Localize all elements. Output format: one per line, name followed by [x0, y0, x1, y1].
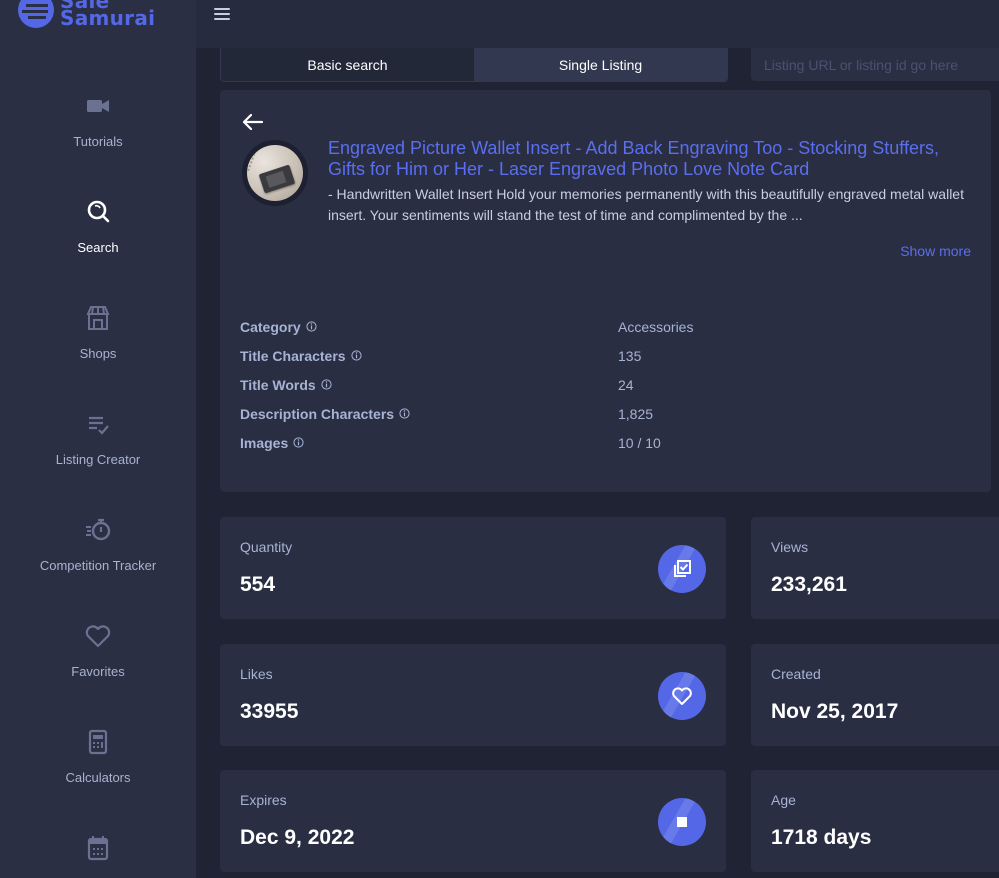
copy-check-icon — [674, 560, 691, 577]
search-mode-tabs: Basic search Single Listing — [220, 48, 728, 82]
logo-text: Sale Samurai — [60, 0, 156, 30]
stop-icon — [677, 817, 687, 827]
attribute-key: Title Words — [240, 376, 316, 393]
sidebar-item-label: Favorites — [71, 664, 125, 679]
attribute-value: 1,825 — [618, 405, 654, 422]
sidebar-item-label: Shops — [79, 346, 117, 361]
sidebar-item-label: Competition Tracker — [39, 558, 157, 573]
storefront-icon — [86, 306, 110, 330]
attribute-key: Description Characters — [240, 405, 395, 422]
attribute-row: Title Characters 135 — [240, 341, 960, 370]
attribute-key: Title Characters — [240, 347, 346, 364]
info-icon[interactable] — [321, 379, 332, 390]
top-bar — [196, 0, 999, 48]
list-check-icon — [89, 416, 109, 435]
sidebar: Sale Samurai Tutorials Search Shops List… — [0, 0, 196, 878]
attribute-value: 24 — [618, 376, 634, 393]
sidebar-item-listing-creator[interactable]: Listing Creator — [0, 410, 196, 467]
menu-icon[interactable] — [214, 8, 230, 22]
listing-url-input[interactable] — [751, 48, 999, 81]
stat-card-age: Age 1718 days — [751, 770, 999, 872]
attribute-row: Category Accessories — [240, 312, 960, 341]
stat-card-quantity: Quantity 554 — [220, 517, 726, 619]
info-icon[interactable] — [399, 408, 410, 419]
attribute-value: 135 — [618, 347, 642, 364]
stat-card-created: Created Nov 25, 2017 — [751, 644, 999, 746]
stat-label: Likes — [240, 666, 273, 682]
tab-basic-search[interactable]: Basic search — [221, 48, 474, 81]
stat-value: 554 — [240, 573, 276, 596]
sidebar-item-label: Tutorials — [73, 134, 123, 149]
stat-value: Dec 9, 2022 — [240, 826, 355, 849]
info-icon[interactable] — [293, 437, 304, 448]
calculator-icon — [88, 729, 108, 755]
video-camera-icon — [87, 100, 109, 112]
back-arrow-icon[interactable] — [240, 112, 264, 132]
stopwatch-icon — [86, 518, 111, 541]
attribute-row: Title Words 24 — [240, 370, 960, 399]
sidebar-item-calculators[interactable]: Calculators — [0, 728, 196, 785]
stat-badge — [658, 798, 706, 846]
sidebar-item-shops[interactable]: Shops — [0, 304, 196, 361]
stat-label: Views — [771, 539, 809, 555]
attribute-key: Images — [240, 434, 289, 451]
attribute-value: 10 / 10 — [618, 434, 661, 451]
sidebar-item-favorites[interactable]: Favorites — [0, 622, 196, 679]
heart-icon — [85, 625, 111, 648]
stat-card-likes: Likes 33955 — [220, 644, 726, 746]
stat-value: 1718 days — [771, 826, 872, 849]
attribute-row: Images 10 / 10 — [240, 428, 960, 457]
stat-label: Age — [771, 792, 796, 808]
stat-card-views: Views 233,261 — [751, 517, 999, 619]
listing-card: Engraved Picture Wallet Insert - Add Bac… — [220, 90, 991, 492]
show-more-link[interactable]: Show more — [900, 243, 971, 259]
stat-value: 233,261 — [771, 573, 847, 596]
heart-icon — [672, 687, 692, 705]
stat-label: Expires — [240, 792, 287, 808]
sidebar-item-competition-tracker[interactable]: Competition Tracker — [0, 516, 196, 573]
stat-badge — [658, 545, 706, 593]
stat-badge — [658, 672, 706, 720]
stat-label: Created — [771, 666, 821, 682]
listing-thumbnail[interactable] — [242, 140, 308, 206]
logo-icon — [18, 0, 54, 28]
stat-value: 33955 — [240, 700, 299, 723]
stat-value: Nov 25, 2017 — [771, 700, 899, 723]
brand-line-2: Samurai — [60, 6, 156, 30]
listing-description: - Handwritten Wallet Insert Hold your me… — [328, 186, 964, 223]
search-icon — [87, 200, 110, 223]
info-icon[interactable] — [350, 350, 362, 361]
sidebar-item-tutorials[interactable]: Tutorials — [0, 92, 196, 149]
info-icon[interactable] — [306, 321, 317, 332]
sidebar-item-search[interactable]: Search — [0, 198, 196, 255]
logo[interactable]: Sale Samurai — [18, 0, 155, 28]
sidebar-item-label: Listing Creator — [55, 452, 141, 467]
attribute-key: Category — [240, 318, 301, 335]
calendar-icon — [87, 836, 109, 861]
tab-single-listing[interactable]: Single Listing — [474, 48, 727, 81]
sidebar-item-label: Search — [77, 240, 119, 255]
listing-attributes: Category Accessories Title Characters 13… — [240, 312, 960, 457]
sidebar-item-calendar[interactable] — [0, 834, 196, 876]
sidebar-item-label: Calculators — [65, 770, 131, 785]
attribute-value: Accessories — [618, 318, 694, 335]
stat-label: Quantity — [240, 539, 293, 555]
stat-card-expires: Expires Dec 9, 2022 — [220, 770, 726, 872]
attribute-row: Description Characters 1,825 — [240, 399, 960, 428]
listing-title-link[interactable]: Engraved Picture Wallet Insert - Add Bac… — [328, 138, 968, 180]
